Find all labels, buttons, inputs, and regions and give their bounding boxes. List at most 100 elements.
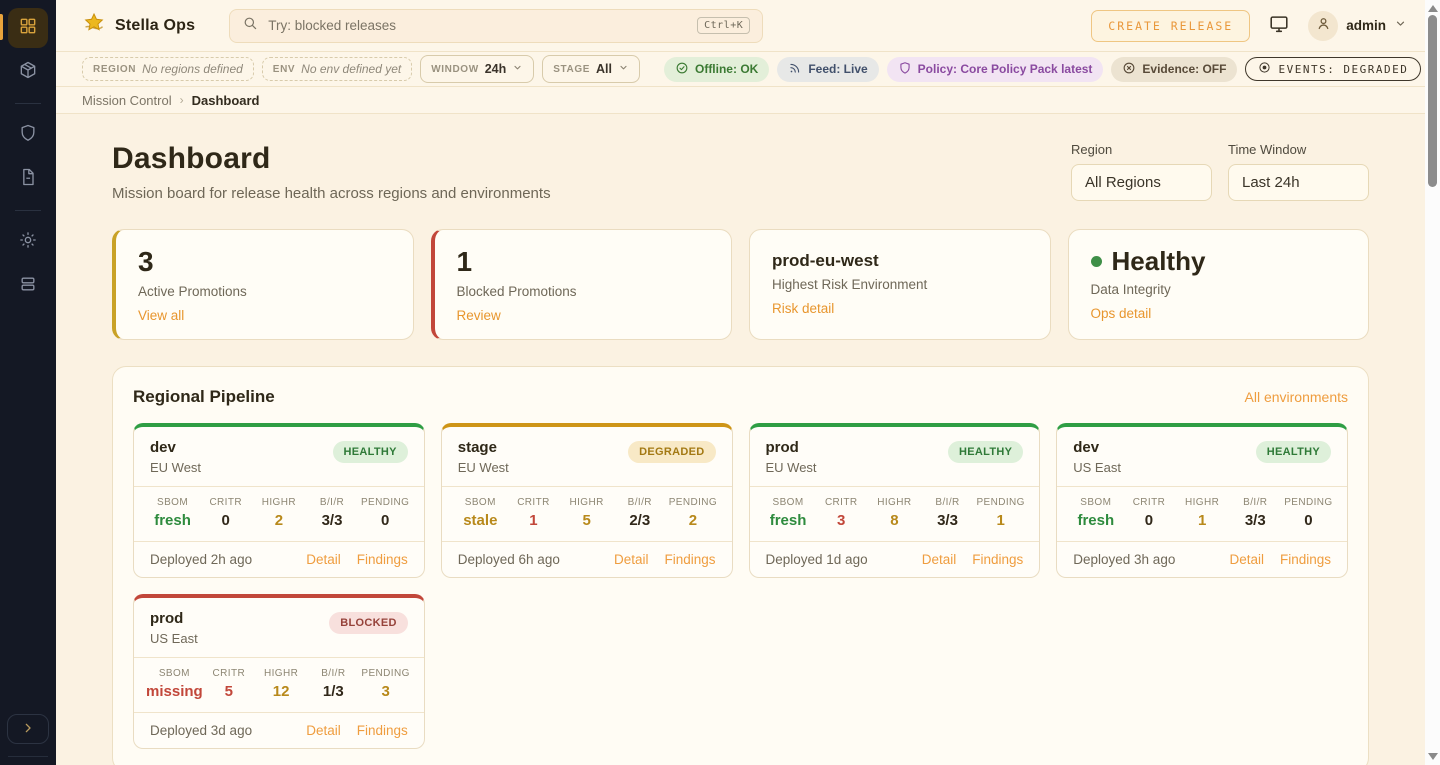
stage-pill-label: STAGE	[553, 64, 590, 75]
stat-label: Data Integrity	[1091, 282, 1347, 297]
stat-label: Blocked Promotions	[457, 284, 710, 299]
user-menu[interactable]: admin	[1308, 11, 1407, 41]
deployed-timestamp: Deployed 3h ago	[1073, 552, 1175, 567]
metric-label: B/I/R	[921, 497, 974, 508]
chevron-down-icon	[618, 60, 629, 78]
findings-link[interactable]: Findings	[357, 552, 408, 567]
metric-value: 1	[974, 512, 1027, 529]
stat-link[interactable]: Ops detail	[1091, 306, 1347, 321]
window-dropdown[interactable]: WINDOW 24h	[420, 55, 534, 83]
status-badge: HEALTHY	[1256, 441, 1331, 463]
rss-icon	[788, 61, 802, 78]
display-mode-button[interactable]	[1268, 13, 1290, 38]
status-badge: HEALTHY	[333, 441, 408, 463]
stat-link[interactable]: View all	[138, 308, 391, 323]
breadcrumb-parent[interactable]: Mission Control	[82, 93, 172, 108]
pipeline-metrics: SBOM stale CRITR 1 HIGHR 5 B/I/R 2/3 PEN…	[442, 486, 732, 541]
pipeline-metric: SBOM stale	[454, 497, 507, 529]
pipeline-region: EU West	[458, 460, 509, 475]
stat-card: 3 Active Promotions View all	[112, 229, 414, 340]
all-environments-link[interactable]: All environments	[1245, 389, 1349, 405]
keyboard-shortcut-badge: Ctrl+K	[697, 17, 750, 34]
sidebar-item-infrastructure[interactable]	[8, 266, 48, 306]
status-pills: Offline: OK Feed: Live Policy: Core Poli…	[664, 57, 1237, 82]
pipeline-metric: PENDING 2	[666, 497, 719, 529]
pipeline-metric: SBOM missing	[146, 668, 203, 700]
metric-label: B/I/R	[613, 497, 666, 508]
region-filter-label: Region	[1071, 142, 1212, 157]
scroll-down-arrow[interactable]	[1428, 753, 1438, 760]
brand[interactable]: Stella Ops	[82, 11, 195, 40]
metric-value: 2	[666, 512, 719, 529]
pipeline-region: US East	[1073, 460, 1121, 475]
metric-value: 1/3	[307, 683, 359, 700]
sidebar-item-security[interactable]	[8, 115, 48, 155]
env-pill-value: No env defined yet	[301, 62, 401, 76]
metric-value: fresh	[146, 512, 199, 529]
events-status-pill[interactable]: EVENTS: DEGRADED	[1245, 57, 1421, 81]
time-window-select[interactable]: Last 24h	[1228, 164, 1369, 201]
metric-value: 2/3	[613, 512, 666, 529]
detail-link[interactable]: Detail	[1229, 552, 1264, 567]
scrollbar[interactable]	[1425, 0, 1440, 765]
status-pill[interactable]: Evidence: OFF	[1111, 57, 1237, 82]
findings-link[interactable]: Findings	[1280, 552, 1331, 567]
sidebar-item-documents[interactable]	[8, 159, 48, 199]
status-badge: DEGRADED	[628, 441, 715, 463]
sidebar-item-dashboard[interactable]	[8, 8, 48, 48]
metric-value: 3/3	[921, 512, 974, 529]
page-subtitle: Mission board for release health across …	[112, 185, 551, 202]
pipeline-metric: B/I/R 3/3	[305, 497, 358, 529]
metric-value: 3/3	[1229, 512, 1282, 529]
metric-label: SBOM	[146, 497, 199, 508]
scroll-up-arrow[interactable]	[1428, 5, 1438, 12]
findings-link[interactable]: Findings	[664, 552, 715, 567]
metric-label: B/I/R	[1229, 497, 1282, 508]
regional-pipeline-header: Regional Pipeline All environments	[133, 387, 1348, 407]
user-name: admin	[1346, 18, 1386, 33]
pipeline-metric: PENDING 0	[359, 497, 412, 529]
scrollbar-thumb[interactable]	[1428, 15, 1437, 187]
findings-link[interactable]: Findings	[972, 552, 1023, 567]
page-content: Dashboard Mission board for release heal…	[56, 114, 1425, 765]
stage-dropdown[interactable]: STAGE All	[542, 55, 640, 83]
pipeline-card-header: prod US East BLOCKED	[134, 598, 424, 657]
status-pill[interactable]: Feed: Live	[777, 57, 878, 82]
sidebar-item-releases[interactable]	[8, 52, 48, 92]
stat-link[interactable]: Review	[457, 308, 710, 323]
metric-value: 2	[252, 512, 305, 529]
pipeline-metric: HIGHR 2	[252, 497, 305, 529]
sidebar	[0, 0, 56, 765]
search-box[interactable]: Ctrl+K	[229, 9, 763, 43]
detail-link[interactable]: Detail	[614, 552, 649, 567]
metric-value: 3	[815, 512, 868, 529]
pipeline-metrics: SBOM missing CRITR 5 HIGHR 12 B/I/R 1/3 …	[134, 657, 424, 712]
env-pill-label: ENV	[273, 64, 295, 75]
regional-pipeline-panel: Regional Pipeline All environments dev E…	[112, 366, 1369, 765]
pipeline-env-name: stage	[458, 439, 509, 456]
region-select[interactable]: All Regions	[1071, 164, 1212, 201]
sidebar-item-settings[interactable]	[8, 222, 48, 262]
region-context-pill[interactable]: REGION No regions defined	[82, 57, 254, 81]
create-release-button[interactable]: CREATE RELEASE	[1091, 10, 1250, 42]
stat-link[interactable]: Risk detail	[772, 301, 1028, 316]
pipeline-metric: CRITR 3	[815, 497, 868, 529]
grid-icon	[18, 16, 38, 41]
metric-label: HIGHR	[1176, 497, 1229, 508]
page-filters: Region All Regions Time Window Last 24h	[1071, 142, 1369, 201]
search-icon	[242, 15, 258, 36]
sidebar-expand-button[interactable]	[7, 714, 49, 744]
status-pill[interactable]: Policy: Core Policy Pack latest	[887, 57, 1104, 82]
detail-link[interactable]: Detail	[306, 552, 341, 567]
env-context-pill[interactable]: ENV No env defined yet	[262, 57, 412, 81]
detail-link[interactable]: Detail	[306, 723, 341, 738]
metric-label: PENDING	[1282, 497, 1335, 508]
search-input[interactable]	[268, 18, 687, 33]
stat-cards: 3 Active Promotions View all 1 Blocked P…	[112, 229, 1369, 340]
status-pill[interactable]: Offline: OK	[664, 57, 769, 82]
detail-link[interactable]: Detail	[922, 552, 957, 567]
pipeline-env-name: prod	[150, 610, 198, 627]
findings-link[interactable]: Findings	[357, 723, 408, 738]
status-pill-label: Policy: Core Policy Pack latest	[918, 62, 1093, 76]
pipeline-metric: PENDING 0	[1282, 497, 1335, 529]
